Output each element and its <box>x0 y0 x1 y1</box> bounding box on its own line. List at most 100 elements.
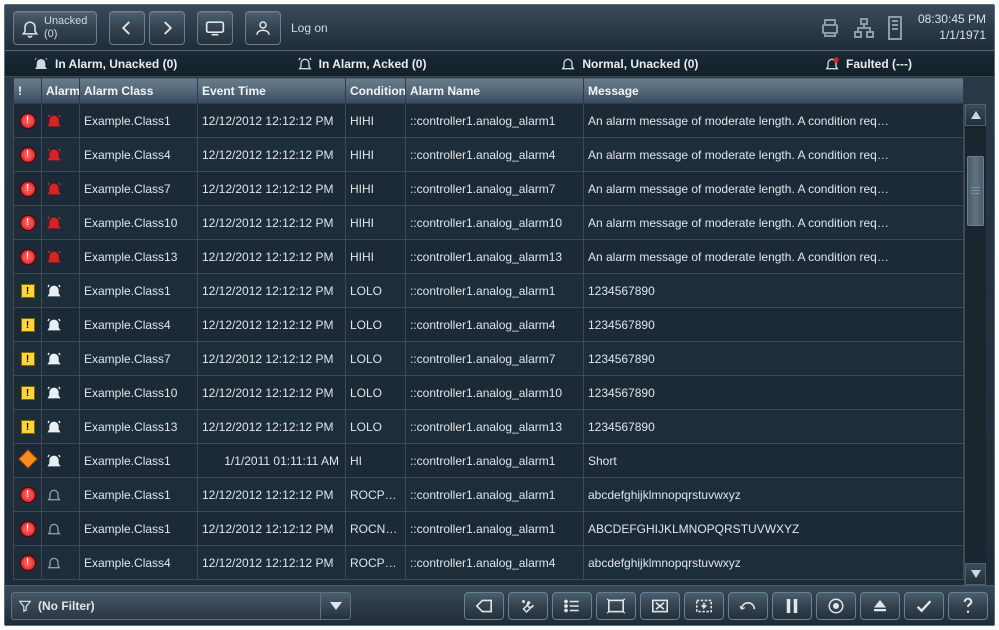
list-button[interactable] <box>552 592 592 620</box>
eject-button[interactable] <box>860 592 900 620</box>
cell-severity <box>14 376 42 410</box>
circle-dot-icon <box>827 597 845 615</box>
cell-class: Example.Class4 <box>80 138 198 172</box>
table-row[interactable]: Example.Class412/12/2012 12:12:12 PMROCP… <box>14 546 964 580</box>
scroll-track[interactable] <box>965 126 986 563</box>
severity-yellow-icon <box>21 352 35 366</box>
cell-time: 12/12/2012 12:12:12 PM <box>198 104 346 138</box>
tab-inalarm-acked[interactable]: In Alarm, Acked (0) <box>297 56 561 72</box>
table-row[interactable]: Example.Class112/12/2012 12:12:12 PMROCN… <box>14 512 964 546</box>
scroll-down-button[interactable] <box>965 563 986 585</box>
eject-icon <box>871 598 889 614</box>
cell-class: Example.Class7 <box>80 172 198 206</box>
settings-button[interactable] <box>508 592 548 620</box>
cell-message: 1234567890 <box>584 410 964 444</box>
table-row[interactable]: Example.Class112/12/2012 12:12:12 PMROCP… <box>14 478 964 512</box>
cell-time: 12/12/2012 12:12:12 PM <box>198 410 346 444</box>
cell-time: 12/12/2012 12:12:12 PM <box>198 138 346 172</box>
cell-severity <box>14 444 42 478</box>
logon-label[interactable]: Log on <box>291 21 328 35</box>
table-row[interactable]: Example.Class1012/12/2012 12:12:12 PMHIH… <box>14 206 964 240</box>
user-button[interactable] <box>245 11 281 45</box>
select-down-icon <box>694 598 714 614</box>
tag-back-icon <box>474 598 494 614</box>
filter-dropdown-button[interactable] <box>320 593 350 619</box>
display-button[interactable] <box>197 11 233 45</box>
tab-inalarm-unacked[interactable]: In Alarm, Unacked (0) <box>33 56 297 72</box>
cell-alarm-name: ::controller1.analog_alarm4 <box>406 308 584 342</box>
bell-white-icon <box>46 283 62 299</box>
record-button[interactable] <box>816 592 856 620</box>
vertical-scrollbar[interactable] <box>964 104 986 585</box>
table-row[interactable]: Example.Class11/1/2011 01:11:11 AMHI::co… <box>14 444 964 478</box>
col-alarm-name[interactable]: Alarm Name <box>406 78 584 104</box>
pause-icon <box>785 598 799 614</box>
nav-forward-button[interactable] <box>149 11 185 45</box>
deselect-button[interactable] <box>640 592 680 620</box>
cell-alarm-name: ::controller1.analog_alarm4 <box>406 546 584 580</box>
clock-time: 08:30:45 PM <box>918 12 986 28</box>
select-downward-button[interactable] <box>684 592 724 620</box>
cell-severity <box>14 512 42 546</box>
cell-class: Example.Class13 <box>80 240 198 274</box>
cell-condition: LOLO <box>346 410 406 444</box>
cell-severity <box>14 342 42 376</box>
col-severity[interactable]: ! <box>14 78 42 104</box>
cell-message: An alarm message of moderate length. A c… <box>584 138 964 172</box>
tab-faulted[interactable]: Faulted (---) <box>824 56 984 72</box>
cell-alarm-icon <box>42 308 80 342</box>
cell-class: Example.Class1 <box>80 104 198 138</box>
cell-alarm-icon <box>42 342 80 376</box>
severity-red-icon <box>20 555 36 571</box>
printer-icon <box>818 16 842 40</box>
cell-severity <box>14 478 42 512</box>
table-header-row: ! Alarm Alarm Class Event Time Condition… <box>14 78 964 104</box>
cell-severity <box>14 206 42 240</box>
reset-button[interactable] <box>728 592 768 620</box>
col-condition[interactable]: Condition <box>346 78 406 104</box>
cell-condition: ROCP… <box>346 546 406 580</box>
table-row[interactable]: Example.Class712/12/2012 12:12:12 PMLOLO… <box>14 342 964 376</box>
ack-tag-button[interactable] <box>464 592 504 620</box>
tab-normal-unacked[interactable]: Normal, Unacked (0) <box>560 56 824 72</box>
filter-combo[interactable]: (No Filter) <box>11 592 351 620</box>
unacked-summary-button[interactable]: Unacked (0) <box>13 11 97 45</box>
col-alarm-class[interactable]: Alarm Class <box>80 78 198 104</box>
cell-severity <box>14 546 42 580</box>
ack-button[interactable] <box>904 592 944 620</box>
bottombar: (No Filter) <box>5 585 994 625</box>
cell-time: 1/1/2011 01:11:11 AM <box>198 444 346 478</box>
select-x-icon <box>650 598 670 614</box>
nav-back-button[interactable] <box>109 11 145 45</box>
cell-class: Example.Class13 <box>80 410 198 444</box>
table-row[interactable]: Example.Class112/12/2012 12:12:12 PMHIHI… <box>14 104 964 138</box>
help-button[interactable] <box>948 592 988 620</box>
table-row[interactable]: Example.Class1012/12/2012 12:12:12 PMLOL… <box>14 376 964 410</box>
question-icon <box>961 597 975 615</box>
table-row[interactable]: Example.Class412/12/2012 12:12:12 PMHIHI… <box>14 138 964 172</box>
table-row[interactable]: Example.Class1312/12/2012 12:12:12 PMHIH… <box>14 240 964 274</box>
cell-condition: ROCN… <box>346 512 406 546</box>
cell-condition: ROCP… <box>346 478 406 512</box>
pause-button[interactable] <box>772 592 812 620</box>
cell-severity <box>14 240 42 274</box>
cell-alarm-icon <box>42 240 80 274</box>
select-button[interactable] <box>596 592 636 620</box>
scroll-thumb[interactable] <box>967 156 984 226</box>
cell-alarm-icon <box>42 410 80 444</box>
scroll-up-button[interactable] <box>965 104 986 126</box>
col-event-time[interactable]: Event Time <box>198 78 346 104</box>
table-row[interactable]: Example.Class412/12/2012 12:12:12 PMLOLO… <box>14 308 964 342</box>
table-row[interactable]: Example.Class712/12/2012 12:12:12 PMHIHI… <box>14 172 964 206</box>
cell-time: 12/12/2012 12:12:12 PM <box>198 172 346 206</box>
cell-time: 12/12/2012 12:12:12 PM <box>198 308 346 342</box>
table-row[interactable]: Example.Class112/12/2012 12:12:12 PMLOLO… <box>14 274 964 308</box>
check-icon <box>914 598 934 614</box>
cell-severity <box>14 138 42 172</box>
network-icon <box>852 16 876 40</box>
col-message[interactable]: Message <box>584 78 964 104</box>
table-row[interactable]: Example.Class1312/12/2012 12:12:12 PMLOL… <box>14 410 964 444</box>
monitor-icon <box>205 20 225 36</box>
col-alarm[interactable]: Alarm <box>42 78 80 104</box>
cell-condition: HIHI <box>346 206 406 240</box>
